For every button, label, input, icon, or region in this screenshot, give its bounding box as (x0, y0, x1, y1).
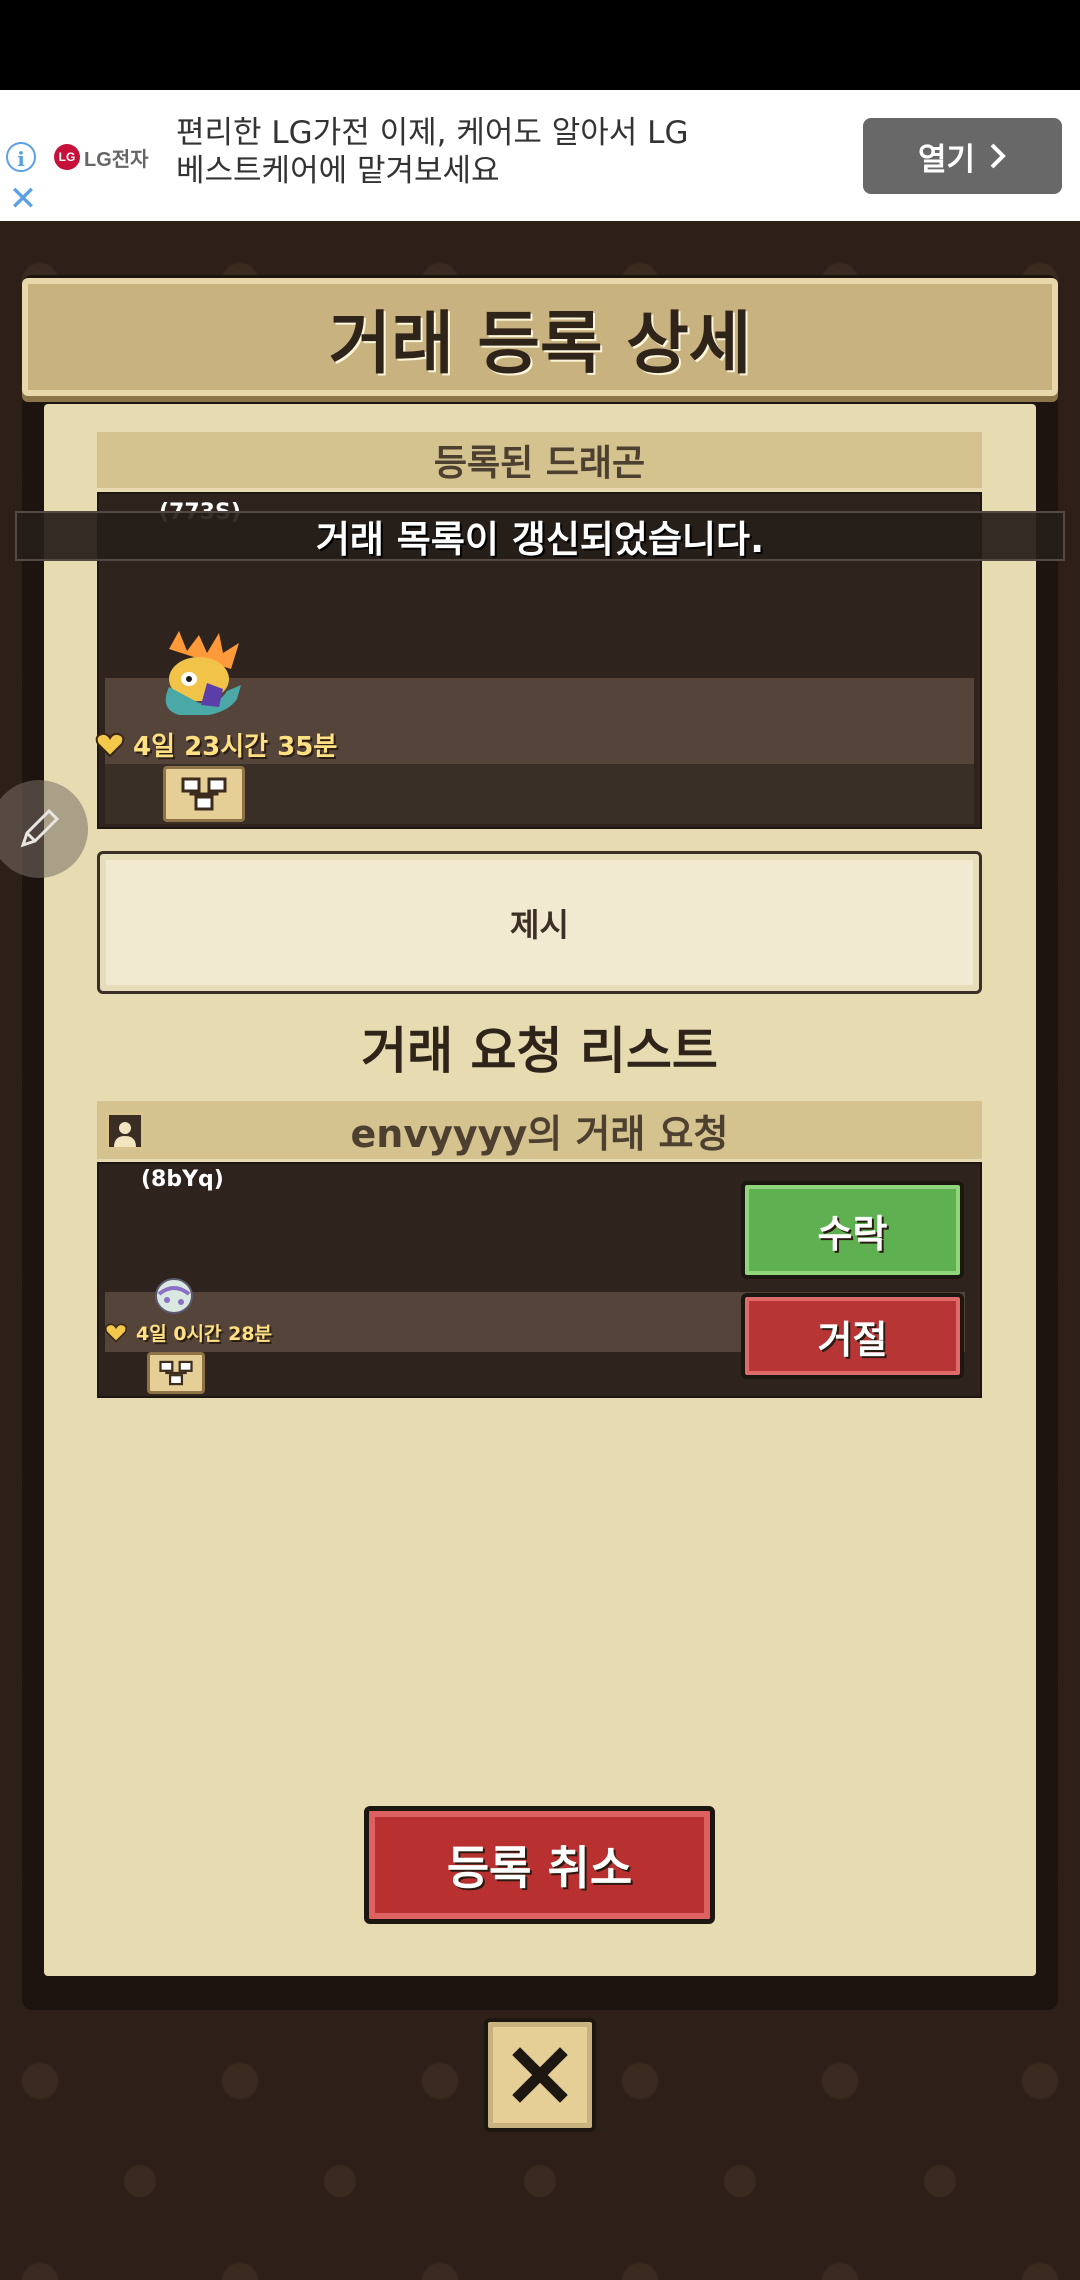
reject-button[interactable]: 거절 (741, 1293, 964, 1379)
ad-open-button[interactable]: 열기 (863, 118, 1062, 194)
status-bar (0, 0, 1080, 90)
ad-close-icon[interactable]: ✕ (6, 182, 40, 216)
dragon-egg-icon[interactable] (151, 1270, 197, 1316)
dragon-info-chip[interactable] (163, 766, 245, 822)
person-icon (114, 1122, 136, 1147)
hierarchy-icon (181, 777, 227, 811)
dialog-title-bar: 거래 등록 상세 (22, 278, 1058, 396)
lg-logo-icon: LG (54, 144, 80, 170)
trade-request-header: envyyyy의 거래 요청 (97, 1101, 982, 1159)
request-timer: 4일 0시간 28분 (104, 1319, 272, 1346)
toast-message: 거래 목록이 갱신되었습니다. (15, 511, 1065, 561)
pencil-icon (20, 808, 60, 848)
ad-banner[interactable]: i ✕ LG LG전자 편리한 LG가전 이제, 케어도 알아서 LG 베스트케… (0, 90, 1080, 221)
request-timer-text: 4일 0시간 28분 (136, 1323, 273, 1345)
ad-info-icon[interactable]: i (6, 142, 36, 172)
dragon-sprite-icon[interactable] (149, 629, 249, 719)
close-dialog-button[interactable] (484, 2018, 596, 2132)
ad-brand-name: LG전자 (84, 148, 149, 171)
heart-clock-icon (95, 732, 125, 757)
ad-open-label: 열기 (917, 141, 976, 178)
chevron-right-icon (990, 143, 1006, 169)
accept-button[interactable]: 수락 (741, 1181, 964, 1279)
registered-timer-text: 4일 23시간 35분 (133, 732, 338, 762)
dialog-title: 거래 등록 상세 (328, 304, 752, 384)
user-avatar-icon[interactable] (106, 1112, 144, 1150)
offer-button[interactable]: 제시 (97, 851, 982, 994)
request-dragon-code: (8bYq) (141, 1167, 224, 1192)
registered-timer: 4일 23시간 35분 (95, 726, 337, 763)
cancel-registration-button[interactable]: 등록 취소 (364, 1806, 715, 1924)
hierarchy-icon (159, 1360, 193, 1386)
trade-requests-title: 거래 요청 리스트 (361, 1022, 718, 1080)
request-dragon-info-chip[interactable] (147, 1352, 205, 1394)
heart-clock-icon (104, 1323, 128, 1343)
ad-brand-logo: LG LG전자 (54, 142, 149, 172)
ad-headline[interactable]: 편리한 LG가전 이제, 케어도 알아서 LG 베스트케어에 맡겨보세요 (176, 114, 716, 190)
close-icon (512, 2047, 568, 2103)
registered-dragon-header: 등록된 드래곤 (97, 432, 982, 488)
